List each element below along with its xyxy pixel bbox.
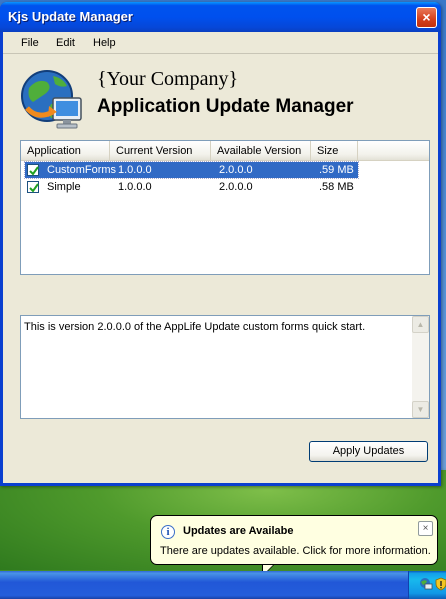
checkbox-icon[interactable] [27, 164, 39, 176]
menu-edit[interactable]: Edit [56, 37, 75, 49]
column-application[interactable]: Application [21, 141, 110, 161]
description-box[interactable]: This is version 2.0.0.0 of the AppLife U… [20, 315, 430, 419]
description-text: This is version 2.0.0.0 of the AppLife U… [24, 321, 366, 333]
cell-size: .59 MB [319, 164, 354, 176]
cell-size: .58 MB [319, 181, 354, 193]
info-icon: i [161, 525, 175, 539]
notification-title: Updates are Availabe [183, 525, 294, 537]
scroll-down-icon[interactable]: ▼ [412, 401, 429, 418]
cell-application: Simple [47, 181, 81, 193]
title-bar[interactable]: Kjs Update Manager × [0, 2, 441, 32]
tray-shield-icon[interactable] [434, 577, 446, 591]
description-scrollbar[interactable]: ▲ ▼ [412, 316, 429, 418]
column-size[interactable]: Size [311, 141, 358, 161]
taskbar [0, 571, 446, 599]
cell-application: CustomForms [47, 164, 117, 176]
cell-current-version: 1.0.0.0 [118, 164, 152, 176]
apply-updates-button[interactable]: Apply Updates [309, 441, 428, 462]
close-icon[interactable]: × [418, 521, 433, 536]
menu-help[interactable]: Help [93, 37, 116, 49]
page-title: Application Update Manager [97, 96, 354, 117]
scroll-up-icon[interactable]: ▲ [412, 316, 429, 333]
menu-bar: File Edit Help [3, 32, 438, 54]
cell-available-version: 2.0.0.0 [219, 164, 253, 176]
list-header: Application Current Version Available Ve… [21, 141, 429, 161]
globe-computer-logo-icon [21, 70, 82, 129]
cell-current-version: 1.0.0.0 [118, 181, 152, 193]
checkbox-icon[interactable] [27, 181, 39, 193]
cell-available-version: 2.0.0.0 [219, 181, 253, 193]
window-title: Kjs Update Manager [8, 9, 133, 24]
updates-list[interactable]: Application Current Version Available Ve… [20, 140, 430, 275]
tray-update-icon[interactable] [419, 577, 433, 591]
menu-file[interactable]: File [21, 37, 39, 49]
system-tray [408, 571, 446, 599]
column-available-version[interactable]: Available Version [211, 141, 311, 161]
list-item[interactable]: CustomForms 1.0.0.0 2.0.0.0 .59 MB [24, 161, 359, 179]
update-notification-balloon[interactable]: i Updates are Availabe There are updates… [150, 515, 438, 565]
window-close-button[interactable]: × [416, 7, 437, 28]
header: {Your Company} Application Update Manage… [3, 54, 438, 134]
list-item[interactable]: Simple 1.0.0.0 2.0.0.0 .58 MB [25, 179, 358, 195]
column-current-version[interactable]: Current Version [110, 141, 211, 161]
notification-text[interactable]: There are updates available. Click for m… [160, 545, 431, 557]
company-name: {Your Company} [97, 68, 239, 90]
update-manager-window: Kjs Update Manager × File Edit Help {You… [0, 2, 441, 486]
